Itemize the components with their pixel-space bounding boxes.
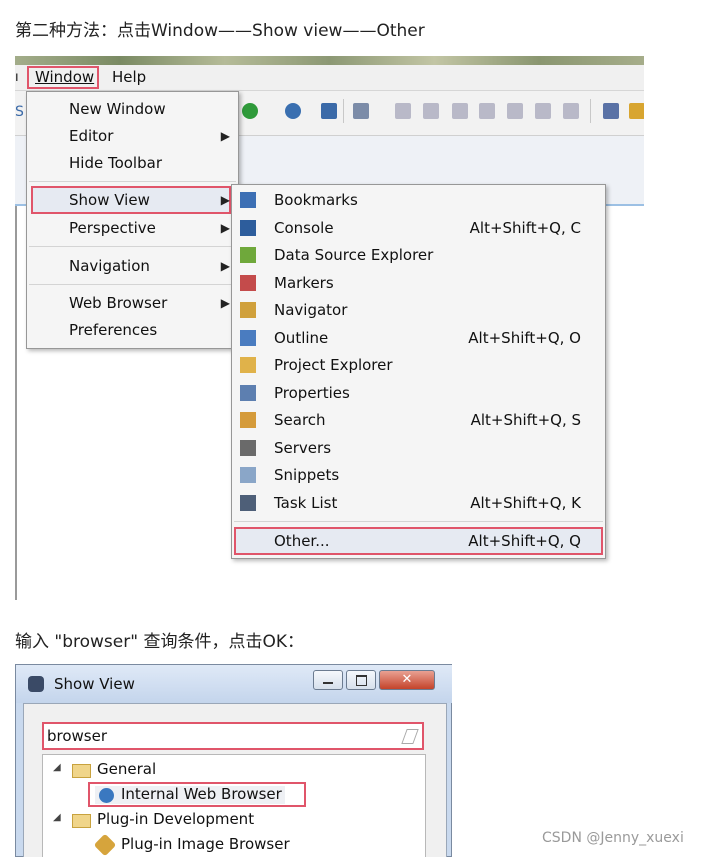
- submenu-item-bookmarks[interactable]: Bookmarks: [232, 187, 605, 213]
- tool-icon[interactable]: [629, 103, 644, 119]
- left-panel-edge: [15, 206, 17, 600]
- step-into-icon[interactable]: [507, 103, 523, 119]
- submenu-item-project-explorer[interactable]: Project Explorer: [232, 352, 605, 378]
- menu-item-editor[interactable]: Editor ▶: [27, 123, 238, 149]
- console-icon: [240, 220, 256, 236]
- navigator-icon: [240, 302, 256, 318]
- tree-item-general[interactable]: General: [97, 760, 156, 778]
- menu-separator: [29, 246, 236, 247]
- menu-item-hide-toolbar[interactable]: Hide Toolbar: [27, 150, 238, 176]
- maximize-button[interactable]: [346, 670, 376, 690]
- menu-item-preferences[interactable]: Preferences: [27, 317, 238, 343]
- bookmarks-icon: [240, 192, 256, 208]
- data-source-explorer-icon: [240, 247, 256, 263]
- maximize-icon: [356, 675, 367, 686]
- submenu-item-properties[interactable]: Properties: [232, 380, 605, 406]
- submenu-item-navigator[interactable]: Navigator: [232, 297, 605, 323]
- step-over-icon[interactable]: [535, 103, 551, 119]
- globe-icon: [99, 788, 114, 803]
- search-icon: [240, 412, 256, 428]
- step-return-icon[interactable]: [563, 103, 579, 119]
- menu-item-web-browser[interactable]: Web Browser ▶: [27, 290, 238, 316]
- task-list-icon: [240, 495, 256, 511]
- submenu-item-search[interactable]: Search Alt+Shift+Q, S: [232, 407, 605, 433]
- suspend-icon[interactable]: [423, 103, 439, 119]
- menu-separator: [29, 181, 236, 182]
- menubar-fragment: ı: [15, 70, 19, 85]
- menu-window[interactable]: Window: [30, 67, 99, 88]
- toolbar-divider: [343, 99, 344, 123]
- terminate-icon[interactable]: [452, 103, 468, 119]
- menu-separator: [234, 521, 603, 522]
- menu-item-show-view[interactable]: Show View ▶: [27, 187, 238, 213]
- expand-arrow-icon[interactable]: ◢: [53, 812, 61, 823]
- outline-icon: [240, 330, 256, 346]
- menu-item-new-window[interactable]: New Window: [27, 96, 238, 122]
- skip-breakpoints-icon[interactable]: [353, 103, 369, 119]
- minimize-button[interactable]: [313, 670, 343, 690]
- menu-item-navigation[interactable]: Navigation ▶: [27, 253, 238, 279]
- toolbar-divider: [590, 99, 591, 123]
- submenu-item-snippets[interactable]: Snippets: [232, 462, 605, 488]
- filter-input-value: browser: [47, 727, 108, 745]
- submenu-item-outline[interactable]: Outline Alt+Shift+Q, O: [232, 325, 605, 351]
- globe-icon[interactable]: [285, 103, 301, 119]
- show-view-dialog-screenshot: Show View ✕ browser ◢ General Internal W…: [15, 664, 452, 857]
- clear-filter-icon[interactable]: [401, 729, 419, 744]
- menu-item-perspective[interactable]: Perspective ▶: [27, 215, 238, 241]
- filter-input[interactable]: browser: [42, 722, 424, 750]
- disconnect-icon[interactable]: [479, 103, 495, 119]
- project-explorer-icon: [240, 357, 256, 373]
- resume-icon[interactable]: [395, 103, 411, 119]
- show-view-submenu: Bookmarks Console Alt+Shift+Q, C Data Sou…: [231, 184, 606, 559]
- plug-in-icon: [93, 833, 117, 857]
- submenu-item-task-list[interactable]: Task List Alt+Shift+Q, K: [232, 490, 605, 516]
- submenu-item-console[interactable]: Console Alt+Shift+Q, C: [232, 215, 605, 241]
- servers-icon: [240, 440, 256, 456]
- use-step-filters-icon[interactable]: [603, 103, 619, 119]
- properties-icon: [240, 385, 256, 401]
- window-title-strip: [15, 56, 644, 65]
- snippets-icon: [240, 467, 256, 483]
- close-icon: ✕: [401, 672, 413, 687]
- view-tree: ◢ General Internal Web Browser ◢ Plug-in…: [42, 754, 426, 857]
- folder-icon: [72, 814, 91, 828]
- submenu-arrow-icon: ▶: [220, 129, 230, 143]
- run-icon[interactable]: [242, 103, 258, 119]
- tree-item-plug-in-development[interactable]: Plug-in Development: [97, 810, 254, 828]
- submenu-arrow-icon: ▶: [220, 193, 230, 207]
- window-menu-dropdown: New Window Editor ▶ Hide Toolbar Show Vie…: [26, 91, 239, 349]
- submenu-item-markers[interactable]: Markers: [232, 270, 605, 296]
- tree-item-plug-in-image-browser[interactable]: Plug-in Image Browser: [121, 835, 290, 853]
- close-button[interactable]: ✕: [379, 670, 435, 690]
- toolbar-edge-icon: S: [15, 104, 24, 120]
- tree-item-internal-web-browser[interactable]: Internal Web Browser: [121, 785, 282, 803]
- instruction-step-3: 输入 "browser" 查询条件，点击OK：: [15, 632, 304, 652]
- menu-separator: [29, 284, 236, 285]
- show-view-dialog: Show View ✕ browser ◢ General Internal W…: [15, 664, 452, 857]
- show-view-dialog-icon: [28, 676, 44, 692]
- watermark: CSDN @Jenny_xuexi: [542, 830, 684, 846]
- submenu-arrow-icon: ▶: [220, 296, 230, 310]
- submenu-item-other[interactable]: Other... Alt+Shift+Q, Q: [232, 528, 605, 554]
- submenu-arrow-icon: ▶: [220, 221, 230, 235]
- eclipse-window-screenshot: ı Window Help S New Window Editor ▶ Hide …: [15, 56, 644, 600]
- menu-help[interactable]: Help: [107, 67, 151, 88]
- submenu-item-data-source-explorer[interactable]: Data Source Explorer: [232, 242, 605, 268]
- instruction-step-2: 第二种方法：点击Window——Show view——Other: [15, 21, 425, 41]
- expand-arrow-icon[interactable]: ◢: [53, 762, 61, 773]
- dialog-title: Show View: [54, 675, 135, 693]
- submenu-arrow-icon: ▶: [220, 259, 230, 273]
- folder-icon: [72, 764, 91, 778]
- submenu-item-servers[interactable]: Servers: [232, 435, 605, 461]
- console-icon[interactable]: [321, 103, 337, 119]
- markers-icon: [240, 275, 256, 291]
- minimize-icon: [323, 682, 333, 684]
